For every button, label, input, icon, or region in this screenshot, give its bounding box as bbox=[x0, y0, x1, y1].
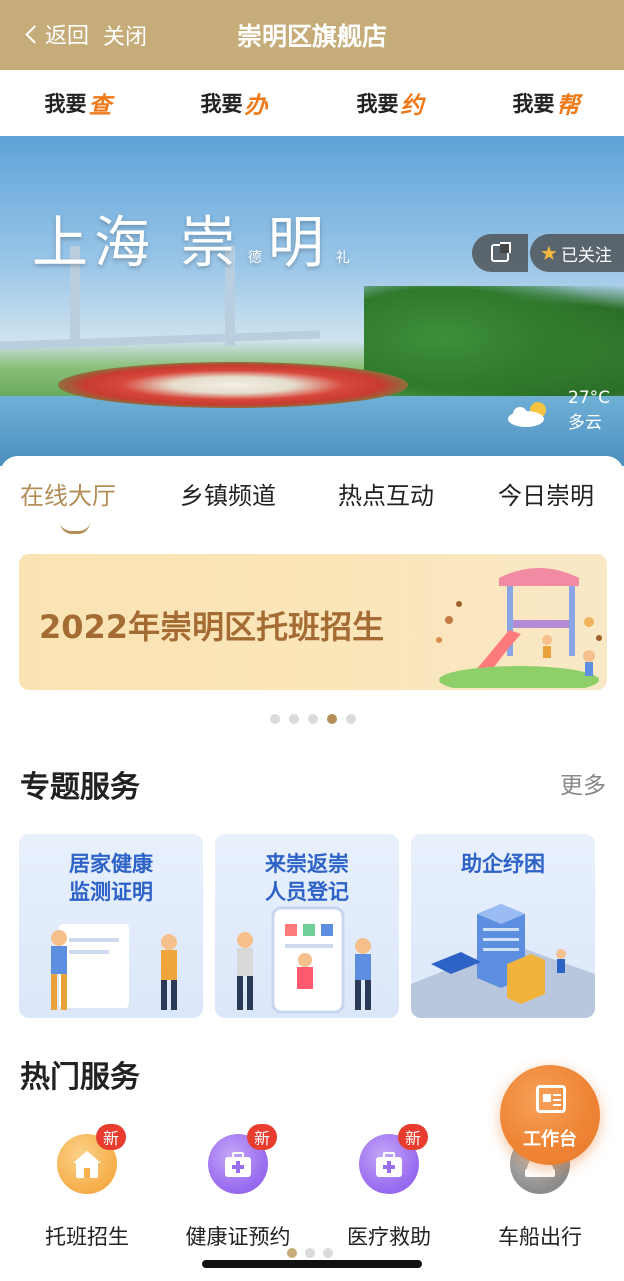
quick-tab-accent: 约 bbox=[400, 93, 424, 119]
tab-today-chongming[interactable]: 今日崇明 bbox=[498, 476, 594, 511]
hot-service-childcare[interactable]: 新 托班招生 bbox=[9, 1124, 165, 1254]
quick-tab-accent: 办 bbox=[244, 93, 268, 119]
promo-text: 2022年崇明区托班招生 bbox=[39, 608, 385, 646]
workbench-label: 工作台 bbox=[523, 1129, 577, 1150]
id-card-icon bbox=[536, 1085, 566, 1113]
carousel-dot bbox=[346, 714, 356, 724]
sign-part: 明 bbox=[267, 211, 330, 276]
enterprise-illustration bbox=[411, 904, 595, 1018]
sign-small: 礼 bbox=[335, 250, 350, 266]
hot-service-label: 医疗救助 bbox=[347, 1225, 431, 1249]
special-services-title: 专题服务 bbox=[20, 770, 140, 805]
hot-service-health-cert[interactable]: 新 健康证预约 bbox=[160, 1124, 316, 1254]
bridge-deck bbox=[0, 330, 321, 350]
tab-town-channel[interactable]: 乡镇频道 bbox=[180, 476, 276, 511]
quick-tab-help[interactable]: 我要帮 bbox=[468, 70, 624, 136]
share-icon bbox=[491, 242, 511, 262]
partly-cloudy-icon bbox=[508, 402, 546, 427]
tab-hot-interaction[interactable]: 热点互动 bbox=[338, 476, 434, 511]
star-icon: ★ bbox=[540, 241, 558, 265]
content-tabs: 在线大厅 乡镇频道 热点互动 今日崇明 bbox=[0, 476, 624, 536]
page-title: 崇明区旗舰店 bbox=[0, 17, 624, 53]
follow-label: 已关注 bbox=[560, 245, 612, 266]
health-illustration bbox=[51, 924, 177, 1010]
page-dot-active bbox=[287, 1248, 297, 1258]
carousel-dot bbox=[289, 714, 299, 724]
quick-tab-accent: 查 bbox=[88, 93, 112, 119]
promo-banner[interactable]: 2022年崇明区托班招生 bbox=[19, 554, 607, 690]
hot-services-title: 热门服务 bbox=[20, 1060, 140, 1095]
card-line: 居家健康 bbox=[69, 852, 153, 876]
card-line: 助企纾困 bbox=[461, 852, 545, 876]
quick-tab-accent: 帮 bbox=[556, 93, 580, 119]
weather-widget: 27°C 多云 bbox=[504, 388, 624, 442]
new-badge: 新 bbox=[398, 1124, 428, 1150]
carousel-dot-active bbox=[327, 714, 337, 724]
page-dot bbox=[305, 1248, 315, 1258]
active-tab-indicator bbox=[60, 522, 90, 534]
playground-illustration bbox=[436, 568, 602, 688]
new-badge: 新 bbox=[247, 1124, 277, 1150]
registration-illustration bbox=[237, 906, 371, 1014]
promo-carousel-dots bbox=[270, 714, 356, 724]
quick-tab-prefix: 我要 bbox=[512, 92, 555, 116]
share-button[interactable] bbox=[472, 234, 528, 272]
home-indicator[interactable] bbox=[202, 1260, 422, 1268]
follow-button[interactable]: ★ 已关注 bbox=[530, 234, 624, 272]
sign-part: 崇 bbox=[179, 211, 242, 276]
quick-tab-query[interactable]: 我要查 bbox=[0, 70, 156, 136]
top-nav-bar: 返回 关闭 崇明区旗舰店 bbox=[0, 0, 624, 70]
card-line: 来崇返崇 bbox=[265, 852, 349, 876]
hot-service-label: 健康证预约 bbox=[185, 1225, 291, 1249]
hot-service-label: 托班招生 bbox=[45, 1225, 129, 1249]
carousel-dot bbox=[308, 714, 318, 724]
page-title-text: 崇明区旗舰店 bbox=[236, 22, 387, 51]
service-card-title: 助企纾困 bbox=[411, 850, 595, 878]
quick-tab-prefix: 我要 bbox=[356, 92, 399, 116]
quick-tab-appointment[interactable]: 我要约 bbox=[312, 70, 468, 136]
hero-banner: 上海 崇德明礼 ★ 已关注 27°C 多云 bbox=[0, 136, 624, 466]
banner-calligraphy: 上海 崇德明礼 bbox=[32, 198, 356, 279]
quick-tab-prefix: 我要 bbox=[44, 92, 87, 116]
workbench-button[interactable]: 工作台 bbox=[500, 1065, 600, 1165]
new-badge: 新 bbox=[96, 1124, 126, 1150]
hot-services-page-dots bbox=[287, 1248, 333, 1258]
flower-building bbox=[58, 362, 408, 408]
weather-temp: 27°C bbox=[568, 388, 611, 408]
more-link[interactable]: 更多 bbox=[560, 766, 606, 800]
weather-condition: 多云 bbox=[568, 413, 602, 433]
quick-tab-prefix: 我要 bbox=[200, 92, 243, 116]
carousel-dot bbox=[270, 714, 280, 724]
service-card-enterprise-relief[interactable]: 助企纾困 bbox=[411, 834, 595, 1018]
sign-part: 上海 bbox=[32, 211, 156, 276]
quick-action-bar: 我要查 我要办 我要约 我要帮 bbox=[0, 70, 624, 136]
service-card-home-health[interactable]: 居家健康 监测证明 bbox=[19, 834, 203, 1018]
sign-small: 德 bbox=[247, 250, 262, 266]
page-dot bbox=[323, 1248, 333, 1258]
hot-service-label: 车船出行 bbox=[498, 1225, 582, 1249]
hot-service-medical-aid[interactable]: 新 医疗救助 bbox=[311, 1124, 467, 1254]
quick-tab-handle[interactable]: 我要办 bbox=[156, 70, 312, 136]
tab-online-hall[interactable]: 在线大厅 bbox=[20, 476, 116, 511]
service-card-registration[interactable]: 来崇返崇 人员登记 bbox=[215, 834, 399, 1018]
